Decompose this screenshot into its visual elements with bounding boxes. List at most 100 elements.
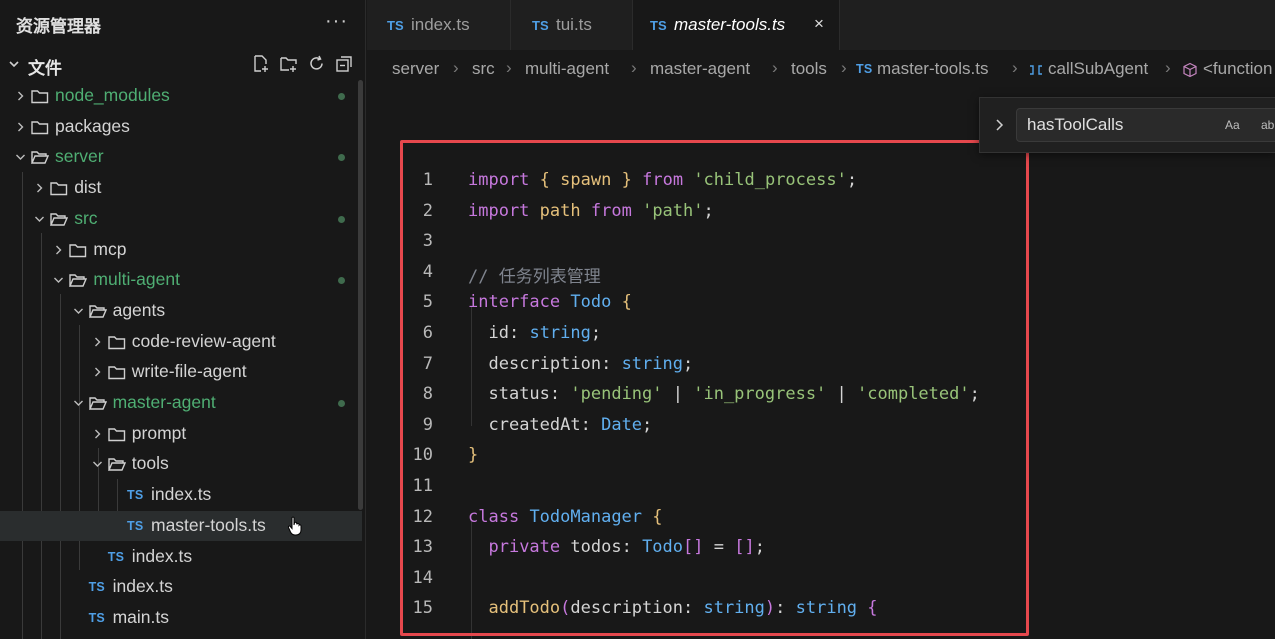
folder-open-icon xyxy=(88,304,107,324)
refresh-icon[interactable] xyxy=(307,54,326,73)
typescript-icon: TS xyxy=(88,610,105,625)
function-icon xyxy=(1182,62,1198,83)
tab-label: tui.ts xyxy=(556,15,592,34)
folder-open-icon xyxy=(88,396,107,416)
folder-icon xyxy=(69,243,87,263)
typescript-icon: TS xyxy=(107,549,125,564)
tree-folder[interactable]: packages xyxy=(0,112,362,142)
chevron-right-icon: › xyxy=(631,58,637,77)
close-icon[interactable]: × xyxy=(814,14,824,34)
chevron-right-icon: › xyxy=(1012,58,1018,77)
tree-item-label: index.ts xyxy=(131,545,193,566)
tab-index-ts[interactable]: TS index.ts xyxy=(367,0,511,50)
tab-tui-ts[interactable]: TS tui.ts xyxy=(511,0,633,50)
chevron-right-icon: › xyxy=(506,58,512,77)
new-folder-icon[interactable] xyxy=(279,54,298,73)
breadcrumb-item[interactable]: tools xyxy=(791,59,827,79)
sidebar-scrollbar[interactable] xyxy=(358,80,363,510)
folder-icon xyxy=(31,120,49,140)
tree-folder[interactable]: master-agent xyxy=(0,388,362,418)
annotation-highlight-box xyxy=(400,140,1029,636)
tree-file[interactable]: TS master-tools.ts xyxy=(0,510,362,541)
match-case-toggle[interactable]: Aa xyxy=(1225,118,1240,132)
tree-folder[interactable]: node_modules xyxy=(0,81,362,111)
breadcrumb-item[interactable]: master-tools.ts xyxy=(877,59,988,79)
typescript-icon: TS xyxy=(532,18,549,33)
tree-item-label: code-review-agent xyxy=(131,330,276,351)
breadcrumb-item[interactable]: <function xyxy=(1203,59,1272,79)
breadcrumb-item[interactable]: multi-agent xyxy=(525,59,609,79)
chevron-right-icon: › xyxy=(772,58,778,77)
tree-file[interactable]: TS main.ts xyxy=(0,603,362,633)
tree-folder[interactable]: agents xyxy=(0,296,362,326)
tree-item-label: master-tools.ts xyxy=(151,514,266,535)
folder-icon xyxy=(50,181,68,201)
chevron-down-icon xyxy=(73,303,84,324)
tree-item-label: tools xyxy=(131,453,169,474)
explorer-sidebar: 资源管理器 ··· 文件 node_modulespackagesserve xyxy=(0,0,366,639)
typescript-icon: TS xyxy=(856,62,873,76)
tree-folder[interactable]: tools xyxy=(0,449,362,479)
pointer-hand-icon xyxy=(287,516,303,541)
new-file-icon[interactable] xyxy=(251,54,270,73)
tree-folder[interactable]: prompt xyxy=(0,419,362,449)
folder-open-icon xyxy=(69,273,88,293)
method-icon xyxy=(1028,62,1044,83)
tree-item-label: main.ts xyxy=(112,606,169,627)
tree-item-label: server xyxy=(55,146,104,167)
tree-item-label: mcp xyxy=(93,238,127,259)
chevron-right-icon: › xyxy=(453,58,459,77)
git-status-dot xyxy=(338,400,345,407)
chevron-down-icon xyxy=(92,456,103,477)
git-status-dot xyxy=(338,154,345,162)
chevron-right-icon[interactable] xyxy=(994,116,1004,139)
tree-folder[interactable]: mcp xyxy=(0,235,362,265)
files-section-label: 文件 xyxy=(28,59,62,78)
tree-folder[interactable]: src xyxy=(0,204,362,234)
tree-file[interactable]: TS index.ts xyxy=(0,572,362,602)
collapse-all-icon[interactable] xyxy=(335,54,354,73)
chevron-right-icon xyxy=(15,88,26,109)
typescript-icon: TS xyxy=(88,580,105,595)
chevron-right-icon: › xyxy=(841,58,847,77)
typescript-icon: TS xyxy=(127,518,144,533)
tree-file[interactable]: TS index.ts xyxy=(0,542,362,572)
tree-item-label: dist xyxy=(74,177,102,198)
chevron-right-icon xyxy=(92,334,103,355)
chevron-down-icon xyxy=(15,149,26,170)
match-word-toggle[interactable]: ab xyxy=(1261,118,1274,132)
tab-master-tools-ts[interactable]: TS master-tools.ts × xyxy=(633,0,840,50)
git-status-dot xyxy=(338,215,345,223)
folder-open-icon xyxy=(107,457,126,477)
find-input-box: Aa ab xyxy=(1016,108,1275,142)
breadcrumb-item[interactable]: server xyxy=(392,59,439,79)
tree-item-label: prompt xyxy=(131,422,187,443)
find-input[interactable] xyxy=(1027,115,1207,135)
tree-item-label: src xyxy=(74,207,98,228)
breadcrumb-item[interactable]: callSubAgent xyxy=(1048,59,1148,79)
tab-label: master-tools.ts xyxy=(674,15,786,34)
breadcrumb-item[interactable]: src xyxy=(472,59,495,79)
chevron-down-icon xyxy=(34,211,45,232)
tab-label: index.ts xyxy=(411,15,470,34)
tree-folder[interactable]: server xyxy=(0,142,362,172)
editor-tab-bar: TS index.ts TS tui.ts TS master-tools.ts… xyxy=(367,0,1275,50)
explorer-title: 资源管理器 xyxy=(16,16,101,36)
tree-item-label: agents xyxy=(112,299,166,320)
chevron-right-icon xyxy=(53,242,64,263)
folder-icon xyxy=(108,335,126,355)
section-actions xyxy=(251,54,354,73)
tree-item-label: multi-agent xyxy=(93,269,180,290)
tree-folder[interactable]: code-review-agent xyxy=(0,327,362,357)
chevron-right-icon xyxy=(92,364,103,385)
tree-folder[interactable]: dist xyxy=(0,173,362,203)
tree-folder[interactable]: write-file-agent xyxy=(0,357,362,387)
more-actions-button[interactable]: ··· xyxy=(325,10,348,33)
tree-folder[interactable]: multi-agent xyxy=(0,265,362,295)
chevron-down-icon xyxy=(73,395,84,416)
breadcrumb-item[interactable]: master-agent xyxy=(650,59,750,79)
chevron-right-icon xyxy=(34,180,45,201)
files-section-header[interactable]: 文件 xyxy=(0,50,366,80)
tree-item-label: node_modules xyxy=(55,85,170,105)
tree-file[interactable]: TS index.ts xyxy=(0,480,362,510)
